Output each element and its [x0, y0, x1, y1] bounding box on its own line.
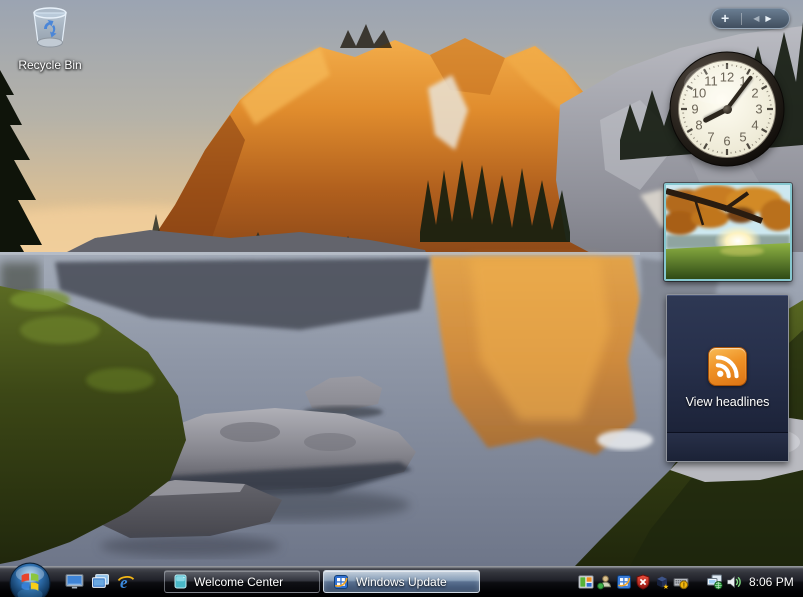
svg-text:e: e [120, 573, 128, 592]
add-gadget-button[interactable]: + [721, 11, 729, 25]
sidebar-controls: + ◀ ▶ [711, 8, 790, 29]
desktop: Recycle Bin + ◀ ▶ 1 2 3 4 5 6 7 8 9 10 1… [0, 0, 803, 597]
recycle-bin-label: Recycle Bin [18, 58, 82, 72]
slideshow-photo [666, 185, 790, 279]
clock-numeral: 7 [707, 129, 715, 145]
clock-hub [722, 104, 732, 114]
clock-numeral: 2 [751, 85, 759, 101]
clock-numeral: 9 [691, 101, 699, 117]
clock-numeral: 4 [751, 117, 759, 133]
feed-footer [667, 433, 788, 461]
windows-logo-icon [9, 562, 51, 597]
taskbar-button-welcome-center[interactable]: Welcome Center [164, 570, 320, 593]
taskbar-button-windows-update[interactable]: Windows Update [323, 570, 480, 593]
volume-icon[interactable] [725, 573, 742, 590]
welcome-center-icon [174, 574, 187, 589]
notification-area: ★ ! 8:06 PM [577, 566, 794, 597]
slideshow-gadget[interactable] [663, 182, 793, 282]
clock-numeral: 5 [739, 129, 747, 145]
application-cube-icon[interactable]: ★ [653, 573, 670, 590]
clock-gadget[interactable]: 1 2 3 4 5 6 7 8 9 10 11 12 [668, 50, 786, 168]
clock-numeral: 3 [755, 101, 763, 117]
recycle-bin-icon [33, 7, 67, 48]
next-page-icon[interactable]: ▶ [765, 14, 771, 23]
gadgets-icon[interactable] [577, 573, 594, 590]
switch-windows-button[interactable] [90, 572, 110, 592]
show-desktop-button[interactable] [64, 572, 84, 592]
security-alert-icon[interactable] [634, 573, 651, 590]
recycle-bin[interactable]: Recycle Bin [10, 5, 90, 72]
clock-numeral: 12 [719, 69, 735, 85]
feed-headlines-gadget[interactable]: View headlines [666, 294, 789, 462]
clock-numeral: 8 [695, 117, 703, 133]
start-button[interactable] [9, 562, 51, 597]
svg-text:★: ★ [662, 583, 668, 590]
show-desktop-icon [65, 574, 83, 589]
windows-update-window-icon [333, 574, 349, 590]
svg-text:!: ! [682, 582, 684, 589]
feed-body: View headlines [667, 295, 788, 433]
taskbar-button-label: Windows Update [356, 574, 447, 589]
switch-windows-icon [91, 574, 109, 588]
taskbar-button-label: Welcome Center [194, 574, 284, 589]
windows-update-icon[interactable] [615, 573, 632, 590]
clock-numeral: 11 [704, 73, 718, 89]
input-status-icon[interactable]: ! [672, 573, 689, 590]
user-status-icon[interactable] [596, 573, 613, 590]
internet-explorer-icon: e [117, 573, 135, 592]
network-icon[interactable] [706, 573, 723, 590]
prev-page-icon[interactable]: ◀ [753, 14, 759, 23]
clock-numeral: 6 [723, 133, 731, 149]
taskbar-clock[interactable]: 8:06 PM [749, 575, 794, 589]
view-headlines-button[interactable]: View headlines [686, 395, 770, 409]
quick-launch-bar: e [64, 566, 136, 597]
pill-divider [741, 12, 743, 25]
taskbar: e Welcome Center Windows Update ★ ! 8:06… [0, 562, 803, 597]
internet-explorer-button[interactable]: e [116, 572, 136, 592]
rss-icon [708, 347, 747, 386]
